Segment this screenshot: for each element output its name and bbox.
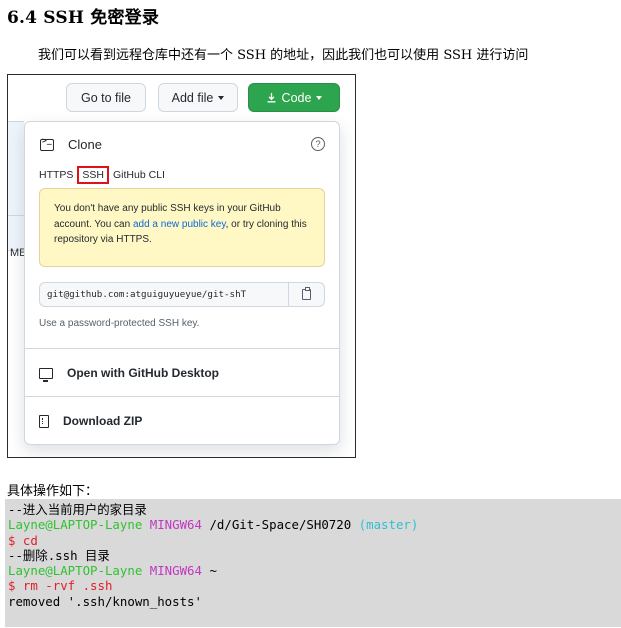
go-to-file-button[interactable]: Go to file	[66, 83, 146, 112]
desktop-download-icon	[39, 367, 53, 382]
background-divider	[8, 215, 24, 216]
help-icon[interactable]: ?	[311, 137, 325, 151]
terminal-block: --进入当前用户的家目录 Layne@LAPTOP-Layne MINGW64 /…	[5, 499, 621, 627]
open-with-github-desktop[interactable]: Open with GitHub Desktop	[39, 366, 219, 382]
terminal-command: $ rm -rvf .ssh	[8, 578, 113, 594]
terminal-prompt: Layne@LAPTOP-Layne MINGW64 ~	[8, 563, 217, 579]
terminal-comment: --进入当前用户的家目录	[8, 502, 147, 517]
clone-title: Clone	[68, 137, 102, 152]
chevron-down-icon	[316, 96, 323, 100]
download-zip[interactable]: Download ZIP	[39, 414, 142, 428]
add-public-key-link[interactable]: add a new public key	[133, 219, 226, 230]
file-zip-icon	[39, 414, 49, 428]
clone-header: Clone	[40, 136, 102, 152]
tab-github-cli[interactable]: GitHub CLI	[113, 169, 165, 181]
intro-paragraph: 我们可以看到远程仓库中还有一个 SSH 的地址，因此我们也可以使用 SSH 进行…	[38, 48, 529, 63]
add-file-button[interactable]: Add file	[158, 83, 238, 112]
terminal-command: $ cd	[8, 532, 38, 548]
tab-ssh[interactable]: SSH	[77, 166, 110, 184]
code-button[interactable]: Code	[248, 83, 340, 112]
ssh-key-hint: Use a password-protected SSH key.	[39, 318, 200, 329]
clone-protocol-tabs: HTTPS SSH GitHub CLI	[39, 166, 165, 184]
clone-url-field[interactable]: git@github.com:atguiguyueyue/git-shT	[39, 282, 289, 307]
chevron-down-icon	[218, 96, 225, 100]
tab-https[interactable]: HTTPS	[39, 169, 73, 181]
copy-url-button[interactable]	[289, 282, 325, 307]
download-zip-label: Download ZIP	[63, 414, 143, 428]
github-clone-screenshot: ME. Go to file Add file Code Clone ? HTT…	[7, 74, 356, 458]
terminal-icon	[40, 136, 54, 151]
terminal-comment: --删除.ssh 目录	[8, 547, 110, 563]
download-icon	[267, 93, 276, 103]
terminal-prompt: Layne@LAPTOP-Layne MINGW64 /d/Git-Space/…	[8, 517, 419, 533]
add-file-label: Add file	[171, 90, 214, 105]
clone-url-group: git@github.com:atguiguyueyue/git-shT	[39, 282, 325, 307]
menu-divider	[25, 396, 339, 397]
background-file-list	[8, 121, 24, 251]
clipboard-icon	[302, 287, 311, 300]
menu-divider	[25, 348, 339, 349]
clone-dropdown: Clone ? HTTPS SSH GitHub CLI You don't h…	[24, 121, 340, 445]
open-desktop-label: Open with GitHub Desktop	[67, 366, 219, 380]
no-ssh-key-warning: You don't have any public SSH keys in yo…	[39, 188, 325, 267]
steps-label: 具体操作如下：	[7, 484, 99, 499]
section-heading: 6.4 SSH 免密登录	[7, 8, 160, 28]
go-to-file-label: Go to file	[80, 90, 132, 105]
code-label: Code	[281, 90, 312, 105]
terminal-output: removed '.ssh/known_hosts'	[8, 593, 202, 609]
